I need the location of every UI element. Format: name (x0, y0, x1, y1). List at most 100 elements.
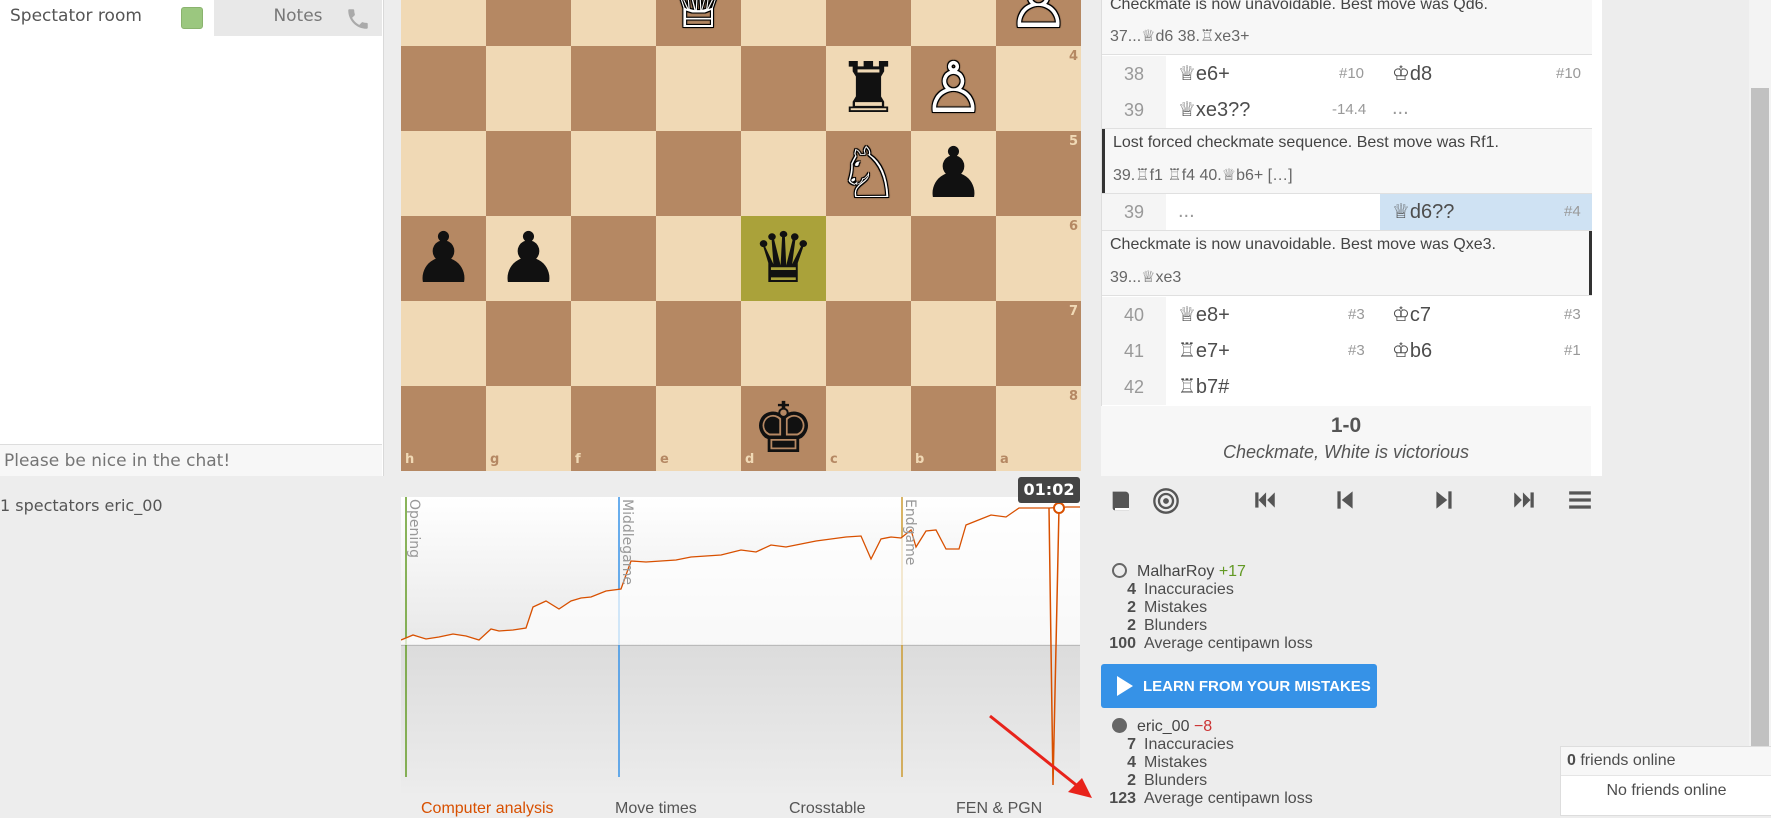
move-comment: Checkmate is now unavoidable. Best move … (1102, 0, 1592, 54)
phase-label-middlegame: Middlegame (619, 499, 635, 585)
comment-variation[interactable]: 37...♕d6 38.♖xe3+ (1110, 26, 1249, 46)
file-label: h (405, 452, 415, 467)
square-f6[interactable] (571, 216, 656, 301)
chat-input[interactable] (0, 444, 382, 476)
square-g3[interactable] (486, 0, 571, 46)
square-c3[interactable] (826, 0, 911, 46)
black-piece-b5[interactable]: ♟ (911, 131, 996, 216)
black-piece-g6[interactable]: ♟ (486, 216, 571, 301)
square-c7[interactable] (826, 301, 911, 386)
chart-canvas[interactable] (400, 497, 1080, 793)
square-c6[interactable] (826, 216, 911, 301)
player-name[interactable]: eric_00 (1137, 718, 1189, 735)
black-piece-d6[interactable]: ♛ (741, 216, 826, 301)
move-row[interactable]: 42 ♖b7# (1102, 369, 1592, 405)
tab-move-times[interactable]: Move times (615, 800, 697, 818)
file-label: b (915, 452, 925, 467)
square-c8[interactable] (826, 386, 911, 471)
square-b7[interactable] (911, 301, 996, 386)
stat-mistakes[interactable]: 2 Mistakes (1106, 599, 1207, 617)
chess-board[interactable]: 4 5 6 7 8 h g f e d c b a ♕ ♙ ♜ ♙ ♘ ♟ ♟ ♟ ♛ ♚ (401, 0, 1081, 476)
square-d5[interactable] (741, 131, 826, 216)
rank-label: 6 (1069, 219, 1079, 234)
white-piece-b4[interactable]: ♙ (911, 46, 996, 131)
chat-toggle[interactable] (181, 7, 203, 29)
comment-variation[interactable]: 39...♕xe3 (1110, 267, 1181, 287)
stat-blunders[interactable]: 2 Blunders (1106, 617, 1207, 635)
black-piece-d8[interactable]: ♚ (741, 386, 826, 471)
move-black[interactable]: ... (1392, 97, 1409, 120)
square-b3[interactable] (911, 0, 996, 46)
white-piece-c5[interactable]: ♘ (826, 131, 911, 216)
square-f7[interactable] (571, 301, 656, 386)
move-time-badge: 01:02 (1018, 477, 1080, 503)
square-g5[interactable] (486, 131, 571, 216)
square-b6[interactable] (911, 216, 996, 301)
square-d7[interactable] (741, 301, 826, 386)
square-d3[interactable] (741, 0, 826, 46)
stat-inaccuracies[interactable]: 4 Inaccuracies (1106, 581, 1234, 599)
last-move-icon[interactable] (1508, 487, 1540, 519)
next-move-icon[interactable] (1428, 487, 1460, 519)
rating-diff: +17 (1218, 563, 1246, 580)
white-player[interactable]: MalharRoy +17 (1112, 563, 1246, 581)
move-row[interactable]: 39 ♕xe3?? -14.4 ... (1102, 92, 1592, 128)
phase-label-endgame: Endgame (902, 499, 918, 566)
target-icon[interactable] (1150, 487, 1182, 519)
square-f8[interactable] (571, 386, 656, 471)
square-f5[interactable] (571, 131, 656, 216)
advantage-chart[interactable]: Opening Middlegame Endgame (400, 497, 1080, 793)
square-h5[interactable] (401, 131, 486, 216)
phone-icon[interactable] (345, 6, 371, 32)
square-g4[interactable] (486, 46, 571, 131)
square-h4[interactable] (401, 46, 486, 131)
stat-mistakes[interactable]: 4 Mistakes (1106, 754, 1207, 772)
prev-move-icon[interactable] (1329, 487, 1361, 519)
white-piece-a3[interactable]: ♙ (996, 0, 1081, 46)
rank-label: 4 (1069, 49, 1079, 64)
scrollbar-thumb[interactable] (1751, 88, 1769, 746)
move-row-active[interactable]: 39 ... ♕d6?? #4 (1102, 194, 1592, 230)
square-e4[interactable] (656, 46, 741, 131)
stat-inaccuracies[interactable]: 7 Inaccuracies (1106, 736, 1234, 754)
square-h3[interactable] (401, 0, 486, 46)
white-piece-e3[interactable]: ♕ (656, 0, 741, 46)
tab-crosstable[interactable]: Crosstable (789, 800, 865, 818)
file-label: f (575, 452, 581, 467)
move-row[interactable]: 41 ♖e7+ #3 ♔b6 #1 (1102, 333, 1592, 369)
book-icon[interactable] (1106, 487, 1138, 519)
first-move-icon[interactable] (1249, 487, 1281, 519)
move-row[interactable]: 40 ♕e8+ #3 ♔c7 #3 (1102, 297, 1592, 333)
move-black-active[interactable]: ♕d6?? (1392, 199, 1454, 224)
tab-fen-pgn[interactable]: FEN & PGN (956, 800, 1042, 818)
file-label: c (830, 452, 838, 467)
friends-header[interactable]: 0 friends online (1561, 747, 1771, 776)
black-player[interactable]: eric_00 −8 (1112, 718, 1212, 736)
square-g7[interactable] (486, 301, 571, 386)
player-name[interactable]: MalharRoy (1137, 563, 1214, 580)
square-h7[interactable] (401, 301, 486, 386)
move-white[interactable]: ♕e6+ (1178, 61, 1230, 86)
move-row[interactable]: 38 ♕e6+ #10 ♔d8 #10 (1102, 56, 1592, 92)
rank-label: 5 (1069, 134, 1079, 149)
rating-diff: −8 (1193, 718, 1213, 735)
tab-computer-analysis[interactable]: Computer analysis (421, 800, 554, 818)
move-white[interactable]: ♕xe3?? (1178, 97, 1250, 122)
square-e7[interactable] (656, 301, 741, 386)
menu-icon[interactable] (1564, 487, 1596, 519)
friends-empty: No friends online (1606, 782, 1727, 799)
friends-box[interactable]: 0 friends online No friends online (1560, 746, 1771, 816)
file-label: a (1000, 452, 1009, 467)
stat-blunders[interactable]: 2 Blunders (1106, 772, 1207, 790)
black-piece-c4[interactable]: ♜ (826, 46, 911, 131)
learn-from-mistakes-button[interactable]: LEARN FROM YOUR MISTAKES (1101, 664, 1377, 708)
square-f3[interactable] (571, 0, 656, 46)
square-d4[interactable] (741, 46, 826, 131)
black-piece-h6[interactable]: ♟ (401, 216, 486, 301)
square-e6[interactable] (656, 216, 741, 301)
play-icon (1117, 676, 1133, 696)
comment-variation[interactable]: 39.♖f1 ♖f4 40.♕b6+ […] (1113, 165, 1293, 185)
square-f4[interactable] (571, 46, 656, 131)
square-e5[interactable] (656, 131, 741, 216)
move-black[interactable]: ♔d8 (1392, 61, 1432, 86)
